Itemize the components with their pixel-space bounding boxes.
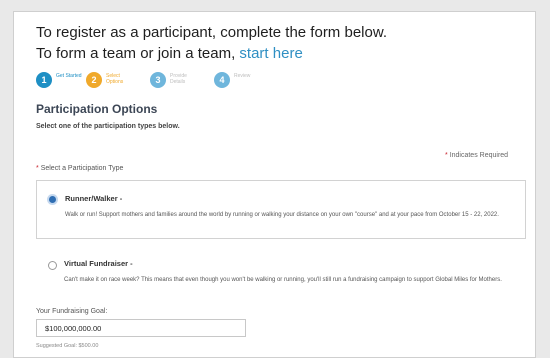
step-number-3: 3 xyxy=(150,72,166,88)
runner-walker-radio[interactable] xyxy=(49,196,56,203)
suggested-goal-text: Suggested Goal: $500.00 xyxy=(36,343,99,349)
fundraising-goal-input[interactable]: $100,000,000.00 xyxy=(36,319,246,337)
step-number-4: 4 xyxy=(214,72,230,88)
required-note: * Indicates Required xyxy=(445,152,508,159)
option-virtual-fundraiser[interactable]: Virtual Fundraiser - Can't make it on ra… xyxy=(36,246,524,301)
step-label-provide-details: Provide Details xyxy=(170,73,187,85)
virtual-fundraiser-radio[interactable] xyxy=(48,261,57,270)
step-number-2: 2 xyxy=(86,72,102,88)
section-title: Participation Options xyxy=(36,102,158,116)
option-runner-walker[interactable]: Runner/Walker - Walk or run! Support mot… xyxy=(36,180,526,239)
type-required-star: * xyxy=(36,165,39,172)
section-subtitle: Select one of the participation types be… xyxy=(36,123,180,130)
required-note-text: Indicates Required xyxy=(449,152,509,159)
participation-type-text: Select a Participation Type xyxy=(40,165,124,172)
registration-form-panel: To register as a participant, complete t… xyxy=(13,11,536,358)
step-label-get-started: Get Started xyxy=(56,73,82,79)
step-label-review: Review xyxy=(234,73,251,79)
register-heading: To register as a participant, complete t… xyxy=(36,24,388,41)
option-title: Virtual Fundraiser - xyxy=(64,259,133,268)
option-description: Can't make it on race week? This means t… xyxy=(64,277,502,283)
required-star: * xyxy=(445,152,448,159)
step-label-select-options: Select Options xyxy=(106,73,124,85)
option-description: Walk or run! Support mothers and familie… xyxy=(65,212,499,218)
fundraising-goal-label: Your Fundraising Goal: xyxy=(36,308,108,315)
step-number-1: 1 xyxy=(36,72,52,88)
option-title: Runner/Walker - xyxy=(65,194,123,203)
start-here-link[interactable]: start here xyxy=(239,45,302,62)
team-heading: To form a team or join a team, start her… xyxy=(36,45,303,62)
team-heading-text: To form a team or join a team, xyxy=(36,45,240,62)
participation-type-label: * Select a Participation Type xyxy=(36,165,123,172)
